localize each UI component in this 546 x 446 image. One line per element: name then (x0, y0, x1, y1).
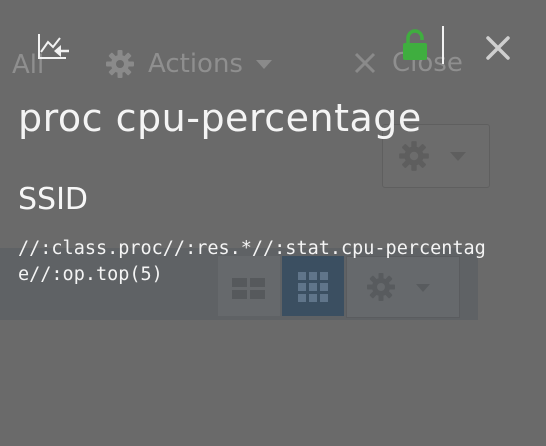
toolbar-divider (442, 26, 444, 64)
query-text: //:class.proc//:res.*//:stat.cpu-percent… (18, 238, 486, 285)
chart-back-button[interactable] (36, 32, 72, 62)
close-button[interactable] (484, 34, 512, 62)
close-icon (486, 36, 510, 60)
lock-icon (403, 29, 427, 60)
popup-title: proc cpu-percentage (18, 96, 422, 140)
section-label: SSID (18, 182, 89, 217)
lock-button[interactable] (400, 28, 430, 62)
chart-back-icon (38, 34, 69, 59)
query-popup: proc cpu-percentage SSID //:class.proc//… (0, 0, 546, 446)
